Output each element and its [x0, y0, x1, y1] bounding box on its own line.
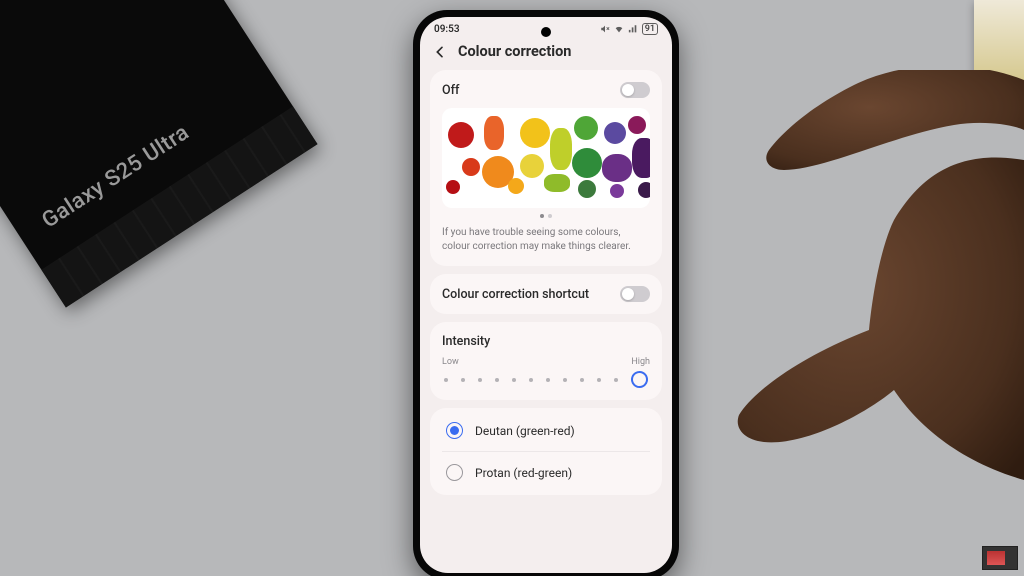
master-toggle[interactable]: [620, 82, 650, 98]
page-indicator: [442, 214, 650, 218]
mute-icon: [600, 24, 610, 34]
master-toggle-label: Off: [442, 83, 459, 98]
product-box: Galaxy S25 Ultra: [0, 0, 317, 307]
master-toggle-row[interactable]: Off: [442, 82, 650, 98]
shortcut-card: Colour correction shortcut: [430, 274, 662, 314]
wooden-object: [974, 0, 1024, 80]
main-card: Off: [430, 70, 662, 266]
page-header: Colour correction: [420, 37, 672, 70]
fruit-blob: [604, 122, 626, 144]
shortcut-label: Colour correction shortcut: [442, 287, 589, 302]
slider-tick: [444, 378, 448, 382]
page-dot: [548, 214, 552, 218]
option-protan[interactable]: Protan (red-green): [442, 451, 650, 493]
option-label: Protan (red-green): [475, 466, 572, 480]
fruit-blob: [638, 182, 650, 198]
shortcut-toggle[interactable]: [620, 286, 650, 302]
fruit-blob: [574, 116, 598, 140]
fruit-blob: [508, 178, 524, 194]
status-time: 09:53: [434, 24, 460, 35]
description-text: If you have trouble seeing some colours,…: [442, 226, 650, 254]
slider-tick: [461, 378, 465, 382]
phone-frame: 09:53 91 Colour correction Off: [413, 10, 679, 576]
fruit-blob: [448, 122, 474, 148]
hand: [644, 70, 1024, 490]
scene-background: Galaxy S25 Ultra 09:53 91 Colour correct…: [0, 0, 1024, 576]
back-icon[interactable]: [432, 44, 448, 60]
fruit-blob: [520, 118, 550, 148]
slider-tick: [546, 378, 550, 382]
slider-tick: [563, 378, 567, 382]
fruit-blob: [462, 158, 480, 176]
fruit-blob: [544, 174, 570, 192]
slider-tick: [478, 378, 482, 382]
fruit-blob: [550, 128, 572, 170]
battery-percent: 91: [642, 23, 658, 35]
fruit-blob: [484, 116, 504, 150]
page-dot: [540, 214, 544, 218]
option-label: Deutan (green-red): [475, 424, 575, 438]
intensity-card: Intensity Low High: [430, 322, 662, 400]
shortcut-toggle-row[interactable]: Colour correction shortcut: [442, 286, 650, 302]
option-deutan[interactable]: Deutan (green-red): [442, 410, 650, 451]
fruit-blob: [572, 148, 602, 178]
slider-tick: [512, 378, 516, 382]
slider-thumb[interactable]: [631, 371, 648, 388]
signal-icon: [628, 24, 638, 34]
fruit-blob: [628, 116, 646, 134]
intensity-title: Intensity: [442, 334, 650, 349]
preview-image[interactable]: [442, 108, 650, 208]
phone-screen: 09:53 91 Colour correction Off: [420, 17, 672, 573]
fruit-blob: [602, 154, 632, 182]
intensity-scale-labels: Low High: [442, 357, 650, 367]
intensity-high-label: High: [631, 357, 650, 367]
fruit-blob: [446, 180, 460, 194]
slider-tick: [495, 378, 499, 382]
fruit-blob: [578, 180, 596, 198]
slider-tick: [529, 378, 533, 382]
radio-icon: [446, 422, 463, 439]
fruit-blob: [632, 138, 650, 178]
slider-tick: [580, 378, 584, 382]
status-right-cluster: 91: [600, 23, 658, 35]
intensity-low-label: Low: [442, 357, 459, 367]
radio-icon: [446, 464, 463, 481]
watermark: [982, 546, 1018, 570]
fruit-blob: [610, 184, 624, 198]
wifi-icon: [614, 24, 624, 34]
fruit-blob: [520, 154, 544, 178]
intensity-slider[interactable]: [442, 371, 650, 388]
page-title: Colour correction: [458, 43, 571, 60]
options-card: Deutan (green-red) Protan (red-green): [430, 408, 662, 495]
front-camera: [541, 27, 551, 37]
slider-tick: [614, 378, 618, 382]
slider-tick: [597, 378, 601, 382]
